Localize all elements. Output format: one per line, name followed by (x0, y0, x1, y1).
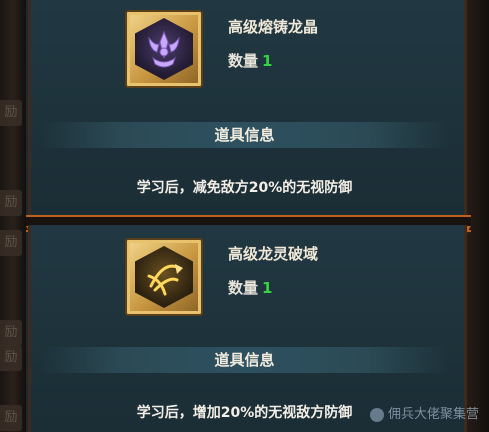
item-name: 高级熔铸龙晶 (228, 18, 319, 36)
watermark-logo-icon (369, 407, 384, 422)
item-icon-frame[interactable] (125, 238, 203, 316)
side-tab[interactable]: 励 (0, 230, 22, 256)
side-tab[interactable]: 励 (0, 345, 22, 371)
quantity-value: 1 (262, 52, 273, 70)
section-title: 道具信息 (40, 347, 449, 373)
item-description: 学习后，减免敌方20%的无视防御 (136, 180, 353, 196)
quantity-label: 数量 (228, 52, 259, 70)
gold-dragon-spirit-icon (135, 246, 193, 308)
item-quantity: 数量 1 (228, 277, 272, 298)
watermark: 佣兵大佬聚集营 (369, 403, 479, 422)
section-title: 道具信息 (40, 122, 449, 148)
item-quantity: 数量 1 (228, 50, 272, 71)
quantity-label: 数量 (228, 279, 259, 297)
item-icon-frame[interactable] (125, 10, 203, 88)
quantity-value: 1 (262, 279, 273, 297)
watermark-text: 佣兵大佬聚集营 (387, 407, 479, 422)
side-tab[interactable]: 励 (0, 100, 22, 126)
item-name: 高级龙灵破域 (228, 245, 319, 263)
left-side-strip: 励 励 励 励 励 励 (0, 0, 26, 432)
side-tab[interactable]: 励 (0, 320, 22, 346)
purple-dragon-crystal-icon (135, 18, 193, 80)
